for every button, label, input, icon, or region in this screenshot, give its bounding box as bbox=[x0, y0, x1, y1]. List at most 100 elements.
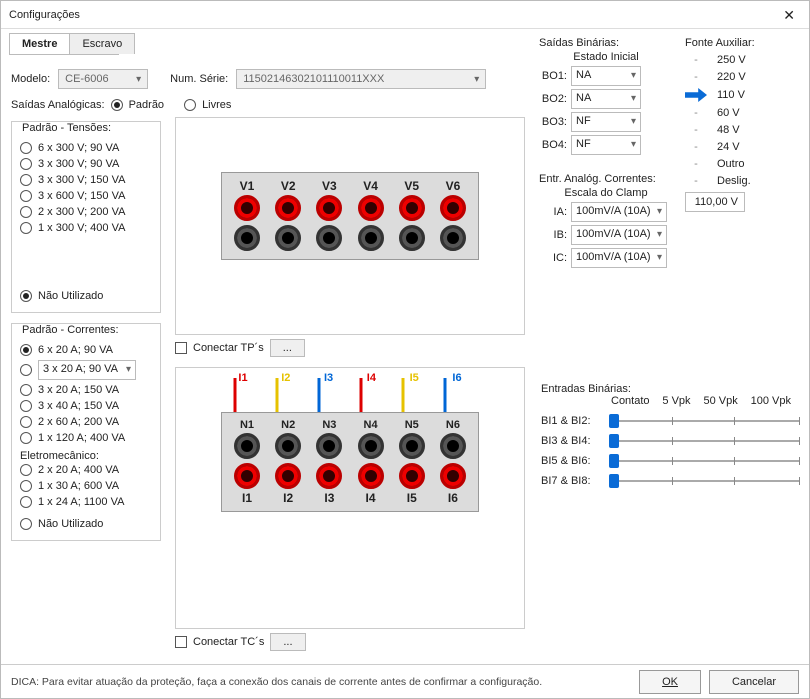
jack-icon bbox=[275, 195, 301, 221]
corrente-opt-label: 3 x 20 A; 90 VA bbox=[43, 363, 118, 375]
current-panel: I1 I2 I3 I4 I5 I6 N1 N2 N3 N4 N5 bbox=[175, 367, 525, 629]
ib-label: IB: bbox=[539, 229, 567, 241]
aux-option[interactable]: -60 V bbox=[685, 107, 795, 119]
jack-icon bbox=[358, 225, 384, 251]
jack-icon bbox=[234, 225, 260, 251]
tab-mestre[interactable]: Mestre bbox=[9, 33, 70, 54]
eb-slider[interactable] bbox=[609, 440, 799, 442]
voltage-panel: V1 V2 V3 V4 V5 V6 bbox=[175, 117, 525, 335]
config-window: Configurações ✕ Mestre Escravo Modelo: C… bbox=[0, 0, 810, 699]
aux-value-label: 250 V bbox=[717, 54, 746, 66]
radio-tensao-2[interactable] bbox=[20, 174, 32, 186]
n-label: N2 bbox=[269, 419, 307, 431]
eb-slider[interactable] bbox=[609, 420, 799, 422]
radio-tensao-4[interactable] bbox=[20, 206, 32, 218]
tensao-opt-label: 3 x 300 V; 150 VA bbox=[38, 174, 125, 186]
bo3-label: BO3: bbox=[539, 116, 567, 128]
bo3-select[interactable]: NF▾ bbox=[571, 112, 641, 132]
tick-icon bbox=[672, 417, 673, 425]
slider-knob[interactable] bbox=[609, 474, 619, 488]
bo1-label: BO1: bbox=[539, 70, 567, 82]
aux-option[interactable]: 110 V bbox=[685, 88, 795, 102]
ic-value: 100mV/A (10A) bbox=[576, 251, 651, 263]
conectar-tp-check[interactable] bbox=[175, 342, 187, 354]
eb-row: BI1 & BI2: bbox=[541, 415, 799, 427]
ic-select[interactable]: 100mV/A (10A)▾ bbox=[571, 248, 667, 268]
conectar-tp-dots[interactable]: ... bbox=[270, 339, 305, 357]
titlebar: Configurações ✕ bbox=[1, 1, 809, 29]
corrente-opt-label: 3 x 40 A; 150 VA bbox=[38, 400, 119, 412]
radio-tensao-nao-utilizado[interactable] bbox=[20, 290, 32, 302]
group-padrao-tensoes: Padrão - Tensões: 6 x 300 V; 90 VA 3 x 3… bbox=[11, 121, 161, 313]
aux-option[interactable]: -48 V bbox=[685, 124, 795, 136]
bo4-label: BO4: bbox=[539, 139, 567, 151]
model-value: CE-6006 bbox=[65, 73, 108, 85]
chevron-down-icon: ▾ bbox=[474, 74, 479, 85]
aux-option[interactable]: -250 V bbox=[685, 54, 795, 66]
eb-slider[interactable] bbox=[609, 460, 799, 462]
radio-livres[interactable] bbox=[184, 99, 196, 111]
radio-padrao[interactable] bbox=[111, 99, 123, 111]
eb-slider[interactable] bbox=[609, 480, 799, 482]
aux-option[interactable]: -220 V bbox=[685, 71, 795, 83]
bo1-select[interactable]: NA▾ bbox=[571, 66, 641, 86]
aux-option[interactable]: -Outro bbox=[685, 158, 795, 170]
dash-icon: - bbox=[685, 124, 707, 136]
padrao-tensoes-title: Padrão - Tensões: bbox=[18, 122, 115, 134]
slider-knob[interactable] bbox=[609, 434, 619, 448]
cancel-button[interactable]: Cancelar bbox=[709, 670, 799, 694]
conectar-tc-dots[interactable]: ... bbox=[270, 633, 305, 651]
radio-corrente-1[interactable] bbox=[20, 364, 32, 376]
escala-clamp-label: Escala do Clamp bbox=[539, 187, 673, 199]
jack-icon bbox=[316, 195, 342, 221]
eletromecanico-title: Eletromecânico: bbox=[20, 446, 152, 462]
corrente-opt-1-select[interactable]: 3 x 20 A; 90 VA▾ bbox=[38, 360, 136, 380]
tick-icon bbox=[672, 457, 673, 465]
radio-corrente-4[interactable] bbox=[20, 416, 32, 428]
radio-corrente-3[interactable] bbox=[20, 400, 32, 412]
radio-tensao-1[interactable] bbox=[20, 158, 32, 170]
fonte-aux-input[interactable]: 110,00 V bbox=[685, 192, 745, 212]
aux-value-label: 60 V bbox=[717, 107, 740, 119]
bo4-select[interactable]: NF▾ bbox=[571, 135, 641, 155]
radio-tensao-0[interactable] bbox=[20, 142, 32, 154]
jack-icon bbox=[275, 463, 301, 489]
aux-option[interactable]: -24 V bbox=[685, 141, 795, 153]
radio-em-0[interactable] bbox=[20, 464, 32, 476]
jack-icon bbox=[234, 463, 260, 489]
serial-value: 11502146302101110011XXX bbox=[243, 73, 384, 85]
ia-select[interactable]: 100mV/A (10A)▾ bbox=[571, 202, 667, 222]
slider-knob[interactable] bbox=[609, 454, 619, 468]
radio-corrente-nao-utilizado[interactable] bbox=[20, 518, 32, 530]
jack-icon bbox=[440, 225, 466, 251]
eb-row: BI7 & BI8: bbox=[541, 475, 799, 487]
radio-corrente-5[interactable] bbox=[20, 432, 32, 444]
bo2-select[interactable]: NA▾ bbox=[571, 89, 641, 109]
window-title: Configurações bbox=[9, 1, 80, 29]
tick-icon bbox=[672, 477, 673, 485]
radio-tensao-5[interactable] bbox=[20, 222, 32, 234]
close-icon[interactable]: ✕ bbox=[777, 0, 801, 31]
dash-icon: - bbox=[685, 141, 707, 153]
em-opt-label: 2 x 20 A; 400 VA bbox=[38, 464, 119, 476]
ok-label: OK bbox=[662, 676, 678, 688]
radio-em-2[interactable] bbox=[20, 496, 32, 508]
ib-select[interactable]: 100mV/A (10A)▾ bbox=[571, 225, 667, 245]
slider-knob[interactable] bbox=[609, 414, 619, 428]
conectar-tc-check[interactable] bbox=[175, 636, 187, 648]
nao-utilizado-label: Não Utilizado bbox=[38, 518, 103, 530]
radio-corrente-0[interactable] bbox=[20, 344, 32, 356]
jack-icon bbox=[234, 195, 260, 221]
tab-escravo[interactable]: Escravo bbox=[69, 33, 135, 54]
i-label: I5 bbox=[393, 491, 431, 505]
dash-icon: - bbox=[685, 175, 707, 187]
radio-corrente-2[interactable] bbox=[20, 384, 32, 396]
ok-button[interactable]: OK bbox=[639, 670, 701, 694]
radio-em-1[interactable] bbox=[20, 480, 32, 492]
dash-icon: - bbox=[685, 71, 707, 83]
jack-icon bbox=[358, 433, 384, 459]
i-label: I4 bbox=[352, 491, 390, 505]
aux-value-label: 110 V bbox=[717, 89, 745, 101]
aux-option[interactable]: -Deslig. bbox=[685, 175, 795, 187]
radio-tensao-3[interactable] bbox=[20, 190, 32, 202]
